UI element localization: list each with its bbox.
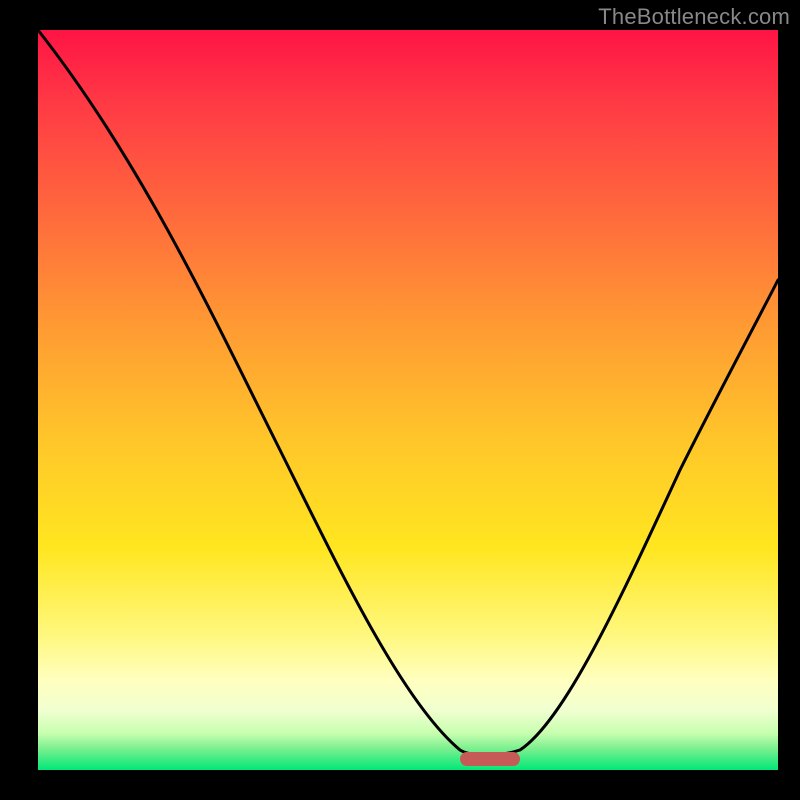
watermark-text: TheBottleneck.com	[598, 4, 790, 30]
chart-frame: TheBottleneck.com	[0, 0, 800, 800]
bottleneck-chart-svg	[0, 0, 800, 800]
plot-background	[38, 30, 778, 770]
optimum-marker	[460, 752, 520, 766]
